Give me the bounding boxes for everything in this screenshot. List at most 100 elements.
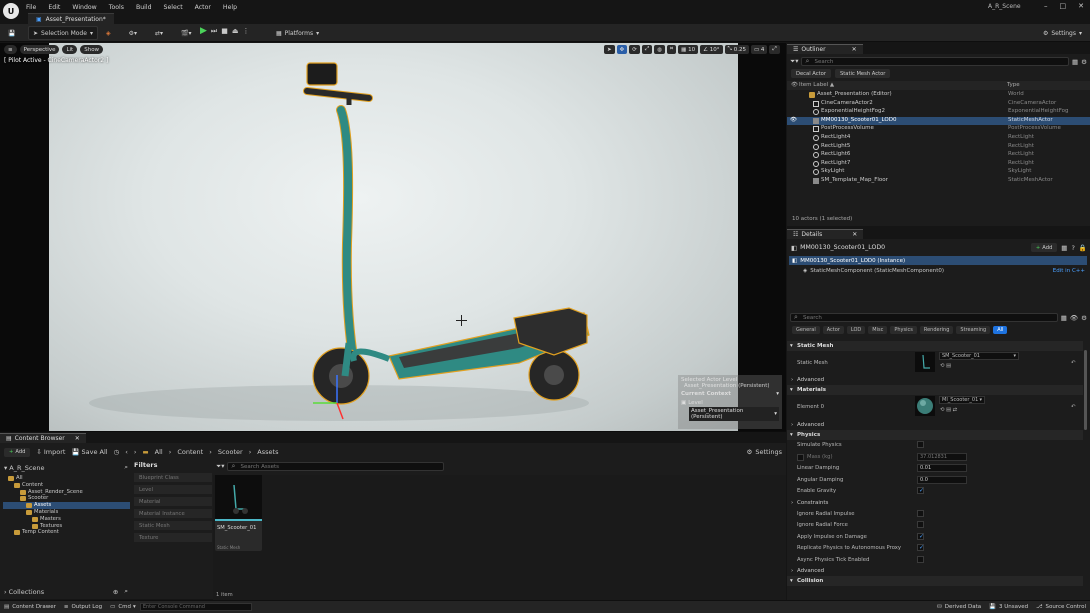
- close-tab-icon[interactable]: ✕: [852, 231, 857, 238]
- mass-input[interactable]: 37.012831: [917, 452, 967, 461]
- add-button[interactable]: + Add: [4, 447, 31, 457]
- reset-icon[interactable]: ↶: [1071, 360, 1075, 366]
- unreal-logo-icon[interactable]: U: [3, 3, 19, 19]
- rotate-tool-icon[interactable]: ⟳: [629, 45, 640, 54]
- more-options-icon[interactable]: ⋮: [242, 27, 249, 35]
- world-space-icon[interactable]: ◍: [654, 45, 666, 54]
- cmd-dropdown[interactable]: ▭ Cmd ▾: [106, 601, 140, 613]
- filter-blueprint-class[interactable]: Blueprint Class: [134, 473, 212, 482]
- perspective-button[interactable]: Perspective: [19, 45, 60, 54]
- advanced-expander[interactable]: Advanced: [787, 566, 1083, 576]
- source-control-button[interactable]: ⎇ Source Control: [1032, 601, 1090, 613]
- folder-row[interactable]: Masters: [3, 516, 130, 523]
- menu-build[interactable]: Build: [136, 4, 152, 11]
- lock-icon[interactable]: 🔒: [1079, 244, 1087, 252]
- details-search-input[interactable]: Search: [790, 313, 1058, 322]
- add-filter-icon[interactable]: ▦: [1072, 58, 1078, 66]
- menu-tools[interactable]: Tools: [109, 4, 124, 11]
- folder-row[interactable]: All: [3, 475, 130, 482]
- tree-row[interactable]: SM_Template_Map_Floor StaticMeshActor: [787, 177, 1090, 186]
- menu-actor[interactable]: Actor: [195, 4, 211, 11]
- add-component-button[interactable]: + Add: [1030, 243, 1058, 252]
- tree-row[interactable]: RectLight7 RectLight: [787, 160, 1090, 169]
- folder-row[interactable]: Temp Content: [3, 529, 130, 536]
- col-item-label[interactable]: Item Label ▲: [799, 82, 834, 88]
- lit-button[interactable]: Lit: [62, 45, 78, 54]
- level-viewport[interactable]: ≡ Perspective Lit Show [ Pilot Active - …: [0, 43, 786, 431]
- select-tool-icon[interactable]: ➤: [604, 45, 615, 54]
- menu-help[interactable]: Help: [223, 4, 237, 11]
- material-dropdown[interactable]: MI_Scooter_01 ▾: [939, 396, 985, 404]
- console-command-input[interactable]: Enter Console Command: [139, 603, 252, 611]
- folder-row[interactable]: Scooter: [3, 495, 130, 502]
- breadcrumb-all[interactable]: All: [155, 448, 163, 456]
- replicate-physics-checkbox[interactable]: [917, 544, 924, 551]
- import-button[interactable]: ⇩ Import: [36, 448, 65, 456]
- ignore-radial-force-checkbox[interactable]: [917, 521, 924, 528]
- filter-actor[interactable]: Actor: [822, 326, 844, 334]
- unsaved-button[interactable]: 💾 3 Unsaved: [985, 601, 1032, 613]
- static-mesh-actor-filter[interactable]: Static Mesh Actor: [834, 69, 891, 78]
- tree-row[interactable]: RectLight5 RectLight: [787, 143, 1090, 152]
- instance-row[interactable]: ◧ MM00130_Scooter01_LOD0 (Instance): [789, 256, 1087, 265]
- menu-select[interactable]: Select: [164, 4, 183, 11]
- clapper-icon[interactable]: 🎬▾: [177, 26, 195, 40]
- edit-in-cpp-link[interactable]: Edit in C++: [1053, 268, 1085, 274]
- platforms-dropdown[interactable]: ▦ Platforms ▾: [272, 26, 323, 40]
- blueprint-icon[interactable]: ⚙▾: [125, 26, 141, 40]
- constraints-expander[interactable]: Constraints: [787, 498, 1083, 509]
- level-tab[interactable]: ▣ Asset_Presentation*: [28, 13, 114, 24]
- chevron-down-icon[interactable]: ▾: [4, 464, 7, 472]
- viewport-menu-icon[interactable]: ≡: [4, 45, 17, 54]
- settings-icon[interactable]: ⚙: [1081, 58, 1087, 66]
- search-icon[interactable]: ⌕: [124, 587, 128, 596]
- grid-view-icon[interactable]: ▦: [1061, 314, 1067, 322]
- enable-gravity-checkbox[interactable]: [917, 487, 924, 494]
- close-tab-icon[interactable]: ✕: [75, 435, 80, 442]
- maximize-viewport-icon[interactable]: ⤢: [769, 45, 780, 54]
- component-row[interactable]: ◈ StaticMeshComponent (StaticMeshCompone…: [789, 266, 1087, 275]
- filter-streaming[interactable]: Streaming: [956, 326, 991, 334]
- filter-static-mesh[interactable]: Static Mesh: [134, 521, 212, 530]
- linear-damping-input[interactable]: 0.01: [917, 464, 967, 472]
- output-log-button[interactable]: ≡ Output Log: [60, 601, 106, 613]
- details-tab[interactable]: ☷ Details ✕: [787, 228, 864, 239]
- tree-row[interactable]: SkyLight SkyLight: [787, 168, 1090, 177]
- filter-lod[interactable]: LOD: [846, 326, 866, 334]
- section-materials[interactable]: Materials: [787, 385, 1083, 395]
- settings-button[interactable]: ⚙ Settings ▾: [1039, 26, 1086, 40]
- collections-row[interactable]: › Collections ⊕ ⌕: [4, 587, 128, 596]
- tree-row[interactable]: Asset_Presentation (Editor) World: [787, 91, 1090, 100]
- eye-icon[interactable]: 👁: [1070, 314, 1078, 322]
- content-icon[interactable]: ◈: [102, 26, 115, 40]
- menu-edit[interactable]: Edit: [48, 4, 60, 11]
- scale-snap-button[interactable]: ⤡ 0.25: [724, 45, 749, 54]
- material-thumbnail[interactable]: [915, 396, 935, 416]
- blueprint-icon[interactable]: ▦: [1061, 244, 1067, 252]
- content-browser-settings[interactable]: ⚙ Settings: [747, 448, 783, 456]
- outliner-search-input[interactable]: Search: [801, 57, 1070, 66]
- outliner-tab[interactable]: ☰ Outliner ✕: [787, 43, 863, 54]
- scooter-render[interactable]: [49, 43, 738, 431]
- mesh-thumbnail[interactable]: [915, 352, 935, 372]
- breadcrumb-scooter[interactable]: Scooter: [218, 448, 243, 456]
- folder-row[interactable]: Materials: [3, 509, 130, 516]
- scene-render[interactable]: [49, 43, 738, 431]
- filter-level[interactable]: Level: [134, 485, 212, 494]
- folder-row[interactable]: Content: [3, 482, 130, 489]
- derived-data-button[interactable]: ⛁ Derived Data: [933, 601, 985, 613]
- details-scrollbar[interactable]: [1084, 350, 1087, 430]
- filter-rendering[interactable]: Rendering: [919, 326, 954, 334]
- close-tab-icon[interactable]: ✕: [852, 46, 857, 53]
- filter-material[interactable]: Material: [134, 497, 212, 506]
- content-drawer-button[interactable]: ▤ Content Drawer: [0, 601, 60, 613]
- tree-row[interactable]: PostProcessVolume PostProcessVolume: [787, 125, 1090, 134]
- filter-physics[interactable]: Physics: [890, 326, 917, 334]
- level-dropdown[interactable]: Asset_Presentation (Persistent) ▾: [689, 407, 779, 421]
- async-tick-checkbox[interactable]: [917, 555, 924, 563]
- breadcrumb-content[interactable]: Content: [177, 448, 203, 456]
- menu-window[interactable]: Window: [72, 4, 96, 11]
- reset-icon[interactable]: ↶: [1071, 404, 1075, 410]
- breadcrumb-assets[interactable]: Assets: [257, 448, 278, 456]
- section-static-mesh[interactable]: Static Mesh: [787, 341, 1083, 351]
